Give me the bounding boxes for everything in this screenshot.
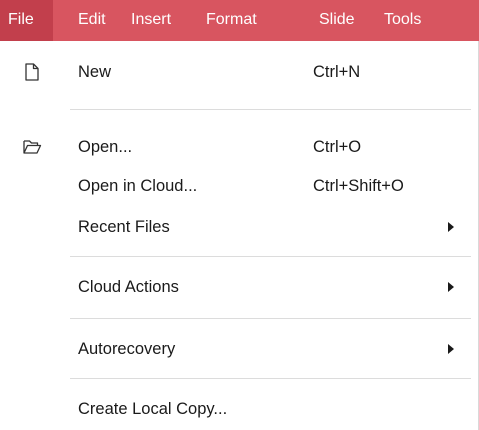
menu-item-label: Open... — [78, 138, 133, 156]
menu-item-label: Open in Cloud... — [78, 177, 198, 195]
menu-item-new[interactable]: New Ctrl+N — [0, 52, 478, 92]
menu-separator — [70, 256, 471, 257]
menu-tab-edit[interactable]: Edit — [78, 0, 106, 41]
menu-item-autorecovery[interactable]: Autorecovery — [0, 329, 478, 369]
menu-separator — [70, 378, 471, 379]
open-folder-icon — [22, 137, 42, 157]
menu-item-label: Create Local Copy... — [78, 400, 228, 418]
menu-separator — [70, 318, 471, 319]
menu-separator — [70, 109, 471, 110]
menu-item-cloud-actions[interactable]: Cloud Actions — [0, 267, 478, 307]
submenu-arrow-icon — [448, 222, 454, 232]
menu-item-recent-files[interactable]: Recent Files — [0, 207, 478, 247]
file-menu-dropdown: New Ctrl+N Open... Ctrl+O Open in Cloud.… — [0, 41, 479, 430]
submenu-arrow-icon — [448, 282, 454, 292]
menu-tab-format[interactable]: Format — [206, 0, 257, 41]
new-document-icon — [22, 62, 42, 82]
menu-tab-insert[interactable]: Insert — [131, 0, 171, 41]
submenu-arrow-icon — [448, 344, 454, 354]
menu-item-label: Recent Files — [78, 218, 170, 236]
menu-item-shortcut: Ctrl+O — [313, 138, 362, 156]
menu-item-shortcut: Ctrl+N — [313, 63, 361, 81]
menu-item-label: Autorecovery — [78, 340, 176, 358]
menu-item-shortcut: Ctrl+Shift+O — [313, 177, 404, 195]
menu-tab-tools[interactable]: Tools — [384, 0, 421, 41]
menu-tab-file[interactable]: File — [0, 0, 53, 41]
menu-item-label: Cloud Actions — [78, 278, 179, 296]
menu-item-label: New — [78, 63, 112, 81]
menu-bar: File Edit Insert Format Slide Tools — [0, 0, 479, 41]
menu-item-open-in-cloud[interactable]: Open in Cloud... Ctrl+Shift+O — [0, 166, 478, 206]
menu-item-open[interactable]: Open... Ctrl+O — [0, 127, 478, 167]
menu-item-create-local-copy[interactable]: Create Local Copy... — [0, 389, 478, 429]
menu-tab-slide[interactable]: Slide — [319, 0, 355, 41]
